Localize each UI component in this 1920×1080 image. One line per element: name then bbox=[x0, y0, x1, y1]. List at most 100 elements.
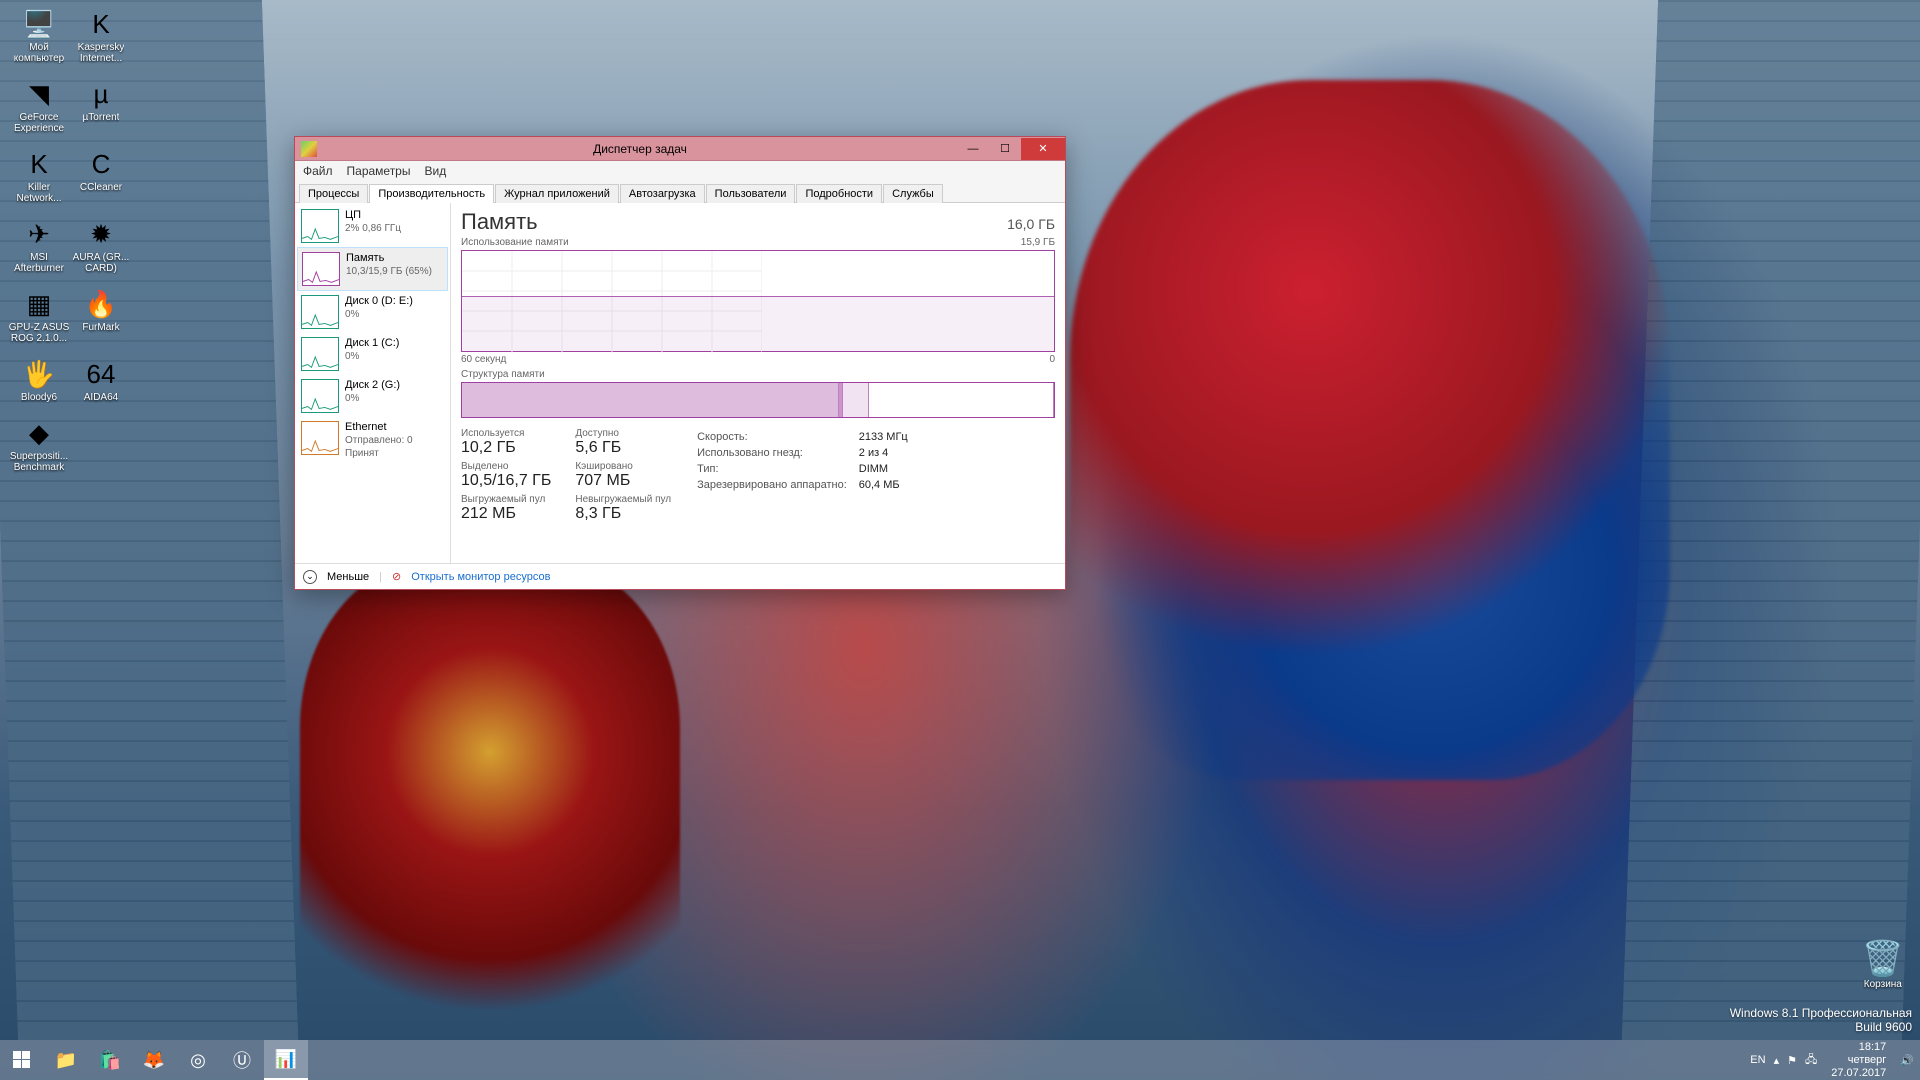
stat: Невыгружаемый пул8,3 ГБ bbox=[575, 494, 671, 523]
sidebar-item-name: Ethernet bbox=[345, 421, 444, 434]
desktop-icon[interactable]: ◥GeForceExperience bbox=[8, 76, 70, 134]
taskbar-steam[interactable]: ◎ bbox=[176, 1040, 220, 1080]
close-button[interactable]: ✕ bbox=[1021, 138, 1065, 160]
desktop-icon[interactable]: 🖐Bloody6 bbox=[8, 356, 70, 403]
desktop-icon-glyph: 🔥 bbox=[83, 286, 119, 322]
tab[interactable]: Пользователи bbox=[706, 184, 796, 203]
window-footer: ⌄ Меньше | ⊘ Открыть монитор ресурсов bbox=[295, 563, 1065, 589]
stat-value: 10,5/16,7 ГБ bbox=[461, 472, 551, 490]
sidebar-item-name: Диск 2 (G:) bbox=[345, 379, 400, 392]
tray-chevron-icon[interactable]: ▴ bbox=[1774, 1054, 1780, 1067]
desktop-icon-glyph: 🖥️ bbox=[21, 6, 57, 42]
desktop-icon-label: Superpositi...Benchmark bbox=[10, 451, 68, 473]
stat-label: Кэшировано bbox=[575, 461, 671, 472]
sidebar-item-cpu[interactable]: ЦП2% 0,86 ГГц bbox=[297, 205, 448, 247]
desktop-icon[interactable]: ✈MSIAfterburner bbox=[8, 216, 70, 274]
sidebar-item-mem[interactable]: Память10,3/15,9 ГБ (65%) bbox=[297, 247, 448, 291]
minimize-button[interactable]: — bbox=[957, 138, 989, 160]
tab[interactable]: Процессы bbox=[299, 184, 368, 203]
tab[interactable]: Службы bbox=[883, 184, 943, 203]
spec-value: 2133 МГц bbox=[859, 430, 918, 444]
perf-main: Память 16,0 ГБ Использование памяти 15,9… bbox=[451, 203, 1065, 563]
desktop-icon-label: FurMark bbox=[82, 322, 119, 333]
clock-time: 18:17 bbox=[1831, 1041, 1886, 1054]
desktop-icon[interactable]: KKasperskyInternet... bbox=[70, 6, 132, 64]
task-manager-window[interactable]: Диспетчер задач — ☐ ✕ Файл Параметры Вид П… bbox=[294, 136, 1066, 590]
menu-item[interactable]: Файл bbox=[303, 164, 333, 178]
tray-volume-icon[interactable]: 🔊 bbox=[1900, 1054, 1914, 1067]
desktop-icon[interactable]: KKillerNetwork... bbox=[8, 146, 70, 204]
stat-label: Выделено bbox=[461, 461, 551, 472]
open-resmon-link[interactable]: Открыть монитор ресурсов bbox=[411, 571, 550, 583]
fewer-details-link[interactable]: Меньше bbox=[327, 571, 369, 583]
stat-label: Используется bbox=[461, 428, 551, 439]
desktop-icon[interactable]: 🖥️Мойкомпьютер bbox=[8, 6, 70, 64]
sidebar-item-disk[interactable]: Диск 1 (C:)0% bbox=[297, 333, 448, 375]
sidebar-item-sub: 10,3/15,9 ГБ (65%) bbox=[346, 265, 432, 278]
collapse-icon[interactable]: ⌄ bbox=[303, 570, 317, 584]
desktop-icon-label: µTorrent bbox=[83, 112, 120, 123]
sidebar-item-name: ЦП bbox=[345, 209, 401, 222]
start-button[interactable] bbox=[0, 1040, 44, 1080]
desktop-icon-label: KasperskyInternet... bbox=[78, 42, 125, 64]
tab[interactable]: Автозагрузка bbox=[620, 184, 705, 203]
desktop-icon-glyph: 🖐 bbox=[21, 356, 57, 392]
stat-value: 5,6 ГБ bbox=[575, 439, 671, 457]
menu-item[interactable]: Параметры bbox=[347, 164, 411, 178]
desktop-icon[interactable]: CCCleaner bbox=[70, 146, 132, 193]
stat: Используется10,2 ГБ bbox=[461, 428, 551, 457]
tab[interactable]: Журнал приложений bbox=[495, 184, 619, 203]
sidebar-item-eth[interactable]: EthernetОтправлено: 0 Принят bbox=[297, 417, 448, 464]
spec-value: 2 из 4 bbox=[859, 446, 918, 460]
desktop-icon[interactable]: µµTorrent bbox=[70, 76, 132, 123]
sidebar-thumb bbox=[301, 209, 339, 243]
titlebar[interactable]: Диспетчер задач — ☐ ✕ bbox=[295, 137, 1065, 161]
tab[interactable]: Производительность bbox=[369, 184, 494, 203]
desktop-icon[interactable]: 64AIDA64 bbox=[70, 356, 132, 403]
desktop-icon-label: AIDA64 bbox=[84, 392, 118, 403]
desktop-icon[interactable]: ◆Superpositi...Benchmark bbox=[8, 415, 70, 473]
recycle-bin-label: Корзина bbox=[1864, 979, 1902, 990]
stat-value: 212 МБ bbox=[461, 505, 551, 523]
system-tray[interactable]: EN ▴ ⚑ 🖧 18:17 четверг 27.07.2017 🔊 bbox=[1750, 1041, 1920, 1080]
sidebar-item-disk[interactable]: Диск 2 (G:)0% bbox=[297, 375, 448, 417]
menubar: Файл Параметры Вид bbox=[295, 161, 1065, 181]
desktop-icon-label: KillerNetwork... bbox=[16, 182, 61, 204]
taskbar-taskmgr[interactable]: 📊 bbox=[264, 1040, 308, 1080]
spec-row: Зарезервировано аппаратно:60,4 МБ bbox=[697, 478, 918, 492]
desktop-icon-glyph: ✹ bbox=[83, 216, 119, 252]
sidebar-item-disk[interactable]: Диск 0 (D: E:)0% bbox=[297, 291, 448, 333]
memory-usage-chart bbox=[461, 250, 1055, 352]
perf-sidebar: ЦП2% 0,86 ГГцПамять10,3/15,9 ГБ (65%)Дис… bbox=[295, 203, 451, 563]
tray-lang[interactable]: EN bbox=[1750, 1054, 1765, 1066]
composition-segment bbox=[869, 383, 1054, 417]
stat-value: 8,3 ГБ bbox=[575, 505, 671, 523]
recycle-bin-icon: 🗑️ bbox=[1862, 939, 1904, 979]
spec-row: Использовано гнезд:2 из 4 bbox=[697, 446, 918, 460]
tray-network-icon[interactable]: 🖧 bbox=[1805, 1051, 1817, 1070]
memory-total: 16,0 ГБ bbox=[1007, 216, 1055, 232]
maximize-button[interactable]: ☐ bbox=[989, 138, 1021, 160]
recycle-bin[interactable]: 🗑️ Корзина bbox=[1862, 939, 1904, 990]
desktop-icon[interactable]: 🔥FurMark bbox=[70, 286, 132, 333]
taskbar[interactable]: 📁 🛍️ 🦊 ◎ Ⓤ 📊 EN ▴ ⚑ 🖧 18:17 четверг 27.0… bbox=[0, 1040, 1920, 1080]
windows-watermark: Windows 8.1 Профессиональная Build 9600 bbox=[1730, 1006, 1912, 1034]
spec-key: Зарезервировано аппаратно: bbox=[697, 478, 857, 492]
taskbar-firefox[interactable]: 🦊 bbox=[132, 1040, 176, 1080]
desktop-icon[interactable]: ▦GPU-Z ASUSROG 2.1.0... bbox=[8, 286, 70, 344]
desktop-icon-label: GPU-Z ASUSROG 2.1.0... bbox=[9, 322, 70, 344]
tray-clock[interactable]: 18:17 четверг 27.07.2017 bbox=[1825, 1041, 1892, 1080]
clock-date: 27.07.2017 bbox=[1831, 1067, 1886, 1080]
menu-item[interactable]: Вид bbox=[424, 164, 446, 178]
taskbar-store[interactable]: 🛍️ bbox=[88, 1040, 132, 1080]
desktop-icon-label: GeForceExperience bbox=[14, 112, 64, 134]
panel-title: Память bbox=[461, 209, 538, 235]
taskbar-uplay[interactable]: Ⓤ bbox=[220, 1040, 264, 1080]
memory-stats: Используется10,2 ГБВыделено10,5/16,7 ГБВ… bbox=[461, 428, 1055, 523]
tab[interactable]: Подробности bbox=[796, 184, 882, 203]
tray-flag-icon[interactable]: ⚑ bbox=[1787, 1054, 1797, 1067]
spec-value: DIMM bbox=[859, 462, 918, 476]
desktop-icon-glyph: ◆ bbox=[21, 415, 57, 451]
taskbar-explorer[interactable]: 📁 bbox=[44, 1040, 88, 1080]
desktop-icon[interactable]: ✹AURA (GR...CARD) bbox=[70, 216, 132, 274]
